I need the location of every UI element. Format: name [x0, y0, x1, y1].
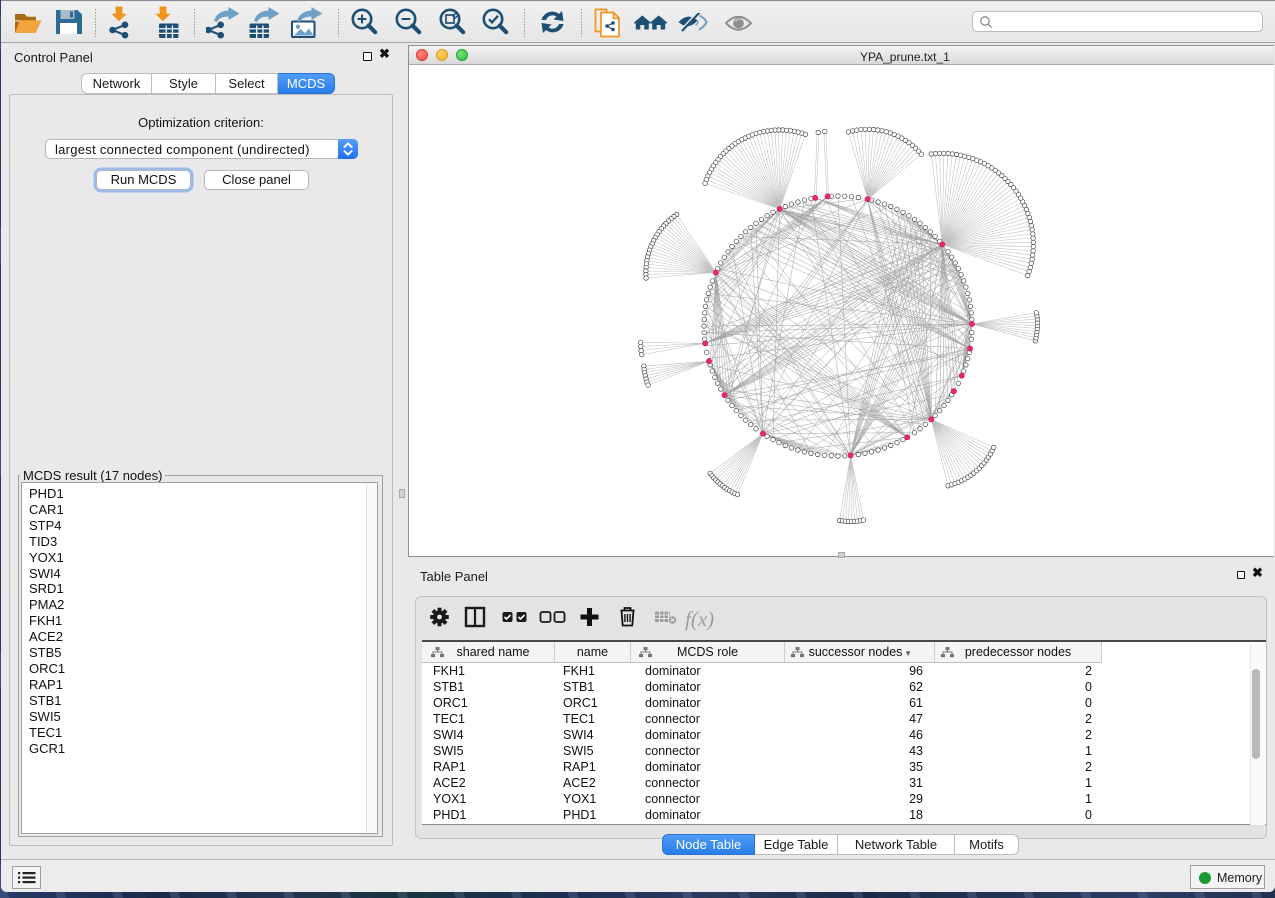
svg-text:f(x): f(x) — [685, 607, 714, 631]
